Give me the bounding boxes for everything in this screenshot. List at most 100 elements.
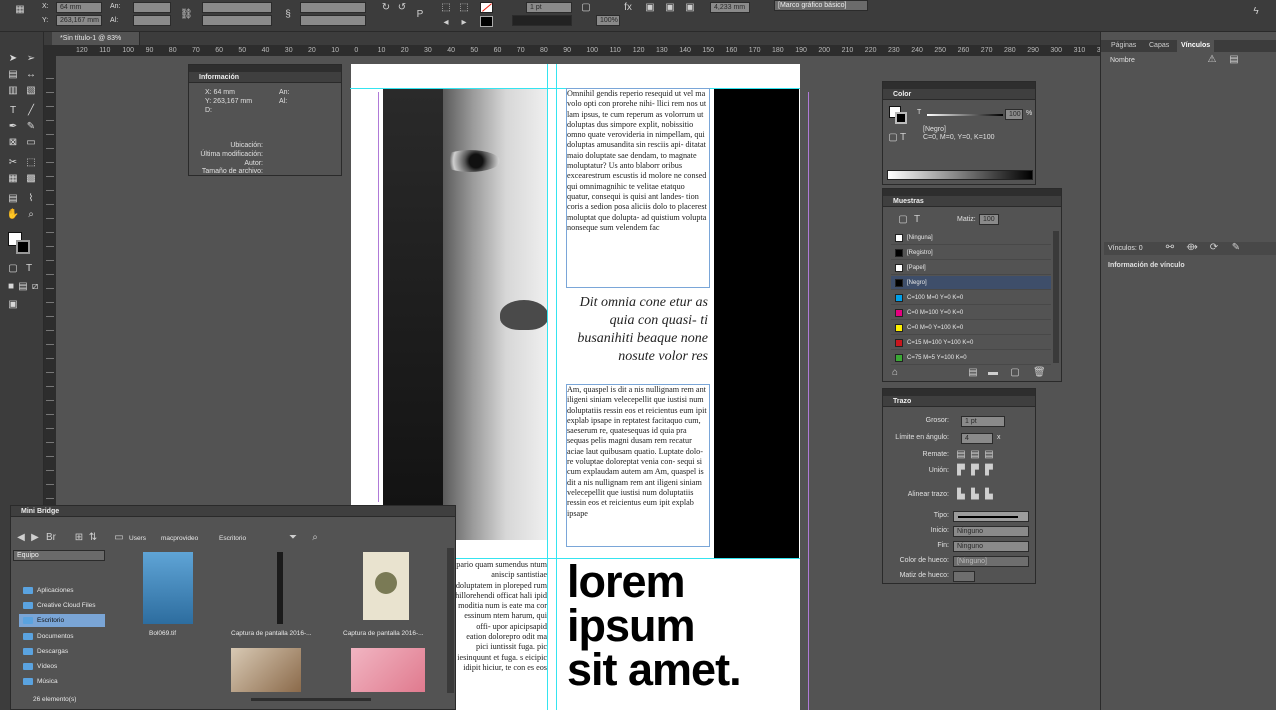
swatch-row[interactable]: C=0 M=0 Y=100 K=0 xyxy=(891,321,1051,335)
forward-icon[interactable]: ▶ xyxy=(29,532,41,544)
headline-frame[interactable]: lorem ipsum sit amet. xyxy=(567,559,807,692)
shear-field[interactable] xyxy=(300,15,366,26)
swatches-scrollbar[interactable] xyxy=(1053,231,1059,363)
thumbnail-5[interactable] xyxy=(351,648,425,692)
rectangle-frame-tool-icon[interactable]: ⊠ xyxy=(6,136,20,150)
select-content-icon[interactable]: ⬚ xyxy=(458,2,470,14)
swatch-row[interactable]: C=0 M=100 Y=0 K=0 xyxy=(891,306,1051,320)
color-ramp[interactable] xyxy=(887,170,1033,180)
stroke-start-dropdown[interactable]: Ninguno xyxy=(953,526,1029,537)
stroke-panel-title[interactable]: Trazo xyxy=(883,396,1035,407)
stroke-panel-dragbar[interactable] xyxy=(883,389,1035,396)
folder-icon[interactable]: ▬ xyxy=(987,367,999,379)
search-icon[interactable]: ⌕ xyxy=(309,532,321,544)
new-color-group-icon[interactable]: ▤ xyxy=(967,367,979,379)
swatches-panel-dragbar[interactable] xyxy=(883,189,1061,196)
thumbnail-screenshot-1[interactable] xyxy=(277,552,283,624)
align-inside-icon[interactable]: ▙ xyxy=(969,489,981,501)
direct-selection-tool-icon[interactable]: ➢ xyxy=(24,52,38,66)
stroke-box[interactable] xyxy=(16,240,30,254)
view-icon[interactable]: ⊞ xyxy=(73,532,85,544)
swatch-row[interactable]: [Ninguna] xyxy=(891,231,1051,245)
pencil-tool-icon[interactable]: ✎ xyxy=(24,120,38,134)
frame-style-dropdown[interactable]: [Marco gráfico básico] xyxy=(774,0,868,11)
sort-icon[interactable]: ⇅ xyxy=(87,532,99,544)
filter-icon[interactable]: ⏷ xyxy=(287,532,299,544)
folder-item[interactable]: Aplicaciones xyxy=(19,584,105,597)
cap-square-icon[interactable]: ▤ xyxy=(983,449,995,461)
lightning-icon[interactable]: ϟ xyxy=(1250,6,1262,18)
tint-slider[interactable] xyxy=(927,114,1003,116)
rotate-ccw-icon[interactable]: ↺ xyxy=(396,2,408,14)
join-round-icon[interactable]: ▛ xyxy=(969,465,981,477)
offset-field[interactable]: 4,233 mm xyxy=(710,2,750,13)
stroke-weight-field[interactable]: 1 pt xyxy=(526,2,572,13)
apply-none-icon[interactable]: ⧄ xyxy=(28,280,42,294)
selection-tool-icon[interactable]: ➤ xyxy=(6,52,20,66)
align-outside-icon[interactable]: ▙ xyxy=(983,489,995,501)
swatches-panel-title[interactable]: Muestras xyxy=(883,196,1061,207)
stroke-type-dropdown[interactable] xyxy=(953,511,1029,522)
goto-link-icon[interactable]: ⟴ xyxy=(1186,242,1198,254)
links-column-name[interactable]: Nombre xyxy=(1110,57,1135,64)
folder-item-selected[interactable]: Escritorio xyxy=(19,614,105,627)
link-icon[interactable]: ⛓ xyxy=(180,9,193,21)
fit-icon-2[interactable]: ▣ xyxy=(664,2,676,14)
note-tool-icon[interactable]: ▤ xyxy=(6,192,20,206)
swatch-row[interactable]: C=75 M=5 Y=100 K=0 xyxy=(891,351,1051,365)
prev-object-icon[interactable]: ◂ xyxy=(440,17,452,29)
formatting-container-icon[interactable]: ▢ xyxy=(6,262,20,276)
color-panel-title[interactable]: Color xyxy=(883,89,1035,100)
pen-tool-icon[interactable]: ✒ xyxy=(6,120,20,134)
line-tool-icon[interactable]: ╱ xyxy=(24,104,38,118)
flip-icon[interactable]: P xyxy=(414,9,426,21)
mini-bridge-scrollbar[interactable] xyxy=(447,548,454,693)
fill-swatch[interactable] xyxy=(480,2,493,13)
h-field[interactable] xyxy=(133,15,171,26)
w-field[interactable] xyxy=(133,2,171,13)
select-container-icon[interactable]: ⬚ xyxy=(440,2,452,14)
new-swatch-icon[interactable]: ▢ xyxy=(1009,367,1021,379)
gap-tool-icon[interactable]: ↔ xyxy=(24,68,38,82)
fit-icon-1[interactable]: ▣ xyxy=(644,2,656,14)
document-tab[interactable]: *Sin título-1 @ 83% xyxy=(52,32,140,45)
cap-butt-icon[interactable]: ▤ xyxy=(955,449,967,461)
thumbnail-4[interactable] xyxy=(231,648,301,692)
screen-mode-icon[interactable]: ▣ xyxy=(6,298,20,312)
stroke-weight-input[interactable]: 1 pt xyxy=(961,416,1005,427)
stroke-gap-color-dropdown[interactable]: [Ninguno] xyxy=(953,556,1029,567)
content-collector-icon[interactable]: ▥ xyxy=(6,84,20,98)
page-tool-icon[interactable]: ▤ xyxy=(6,68,20,82)
thumbnail-size-slider[interactable] xyxy=(251,698,371,701)
rotate-cw-icon[interactable]: ↻ xyxy=(380,2,392,14)
scale-x-field[interactable] xyxy=(202,2,272,13)
eyedropper-tool-icon[interactable]: ⌇ xyxy=(24,192,38,206)
zoom-tool-icon[interactable]: ⌕ xyxy=(24,208,38,222)
folder-item[interactable]: Documentos xyxy=(19,630,105,643)
scissors-tool-icon[interactable]: ✂ xyxy=(6,156,20,170)
effects-icon[interactable]: fx xyxy=(622,2,634,14)
bridge-icon[interactable]: Br xyxy=(45,532,57,544)
back-icon[interactable]: ◀ xyxy=(15,532,27,544)
type-tool-icon[interactable]: T xyxy=(6,104,20,118)
rotate-field[interactable] xyxy=(300,2,366,13)
swatches-text-icon[interactable]: T xyxy=(911,214,923,226)
warning-icon[interactable]: ⚠ xyxy=(1206,54,1218,66)
stroke-end-dropdown[interactable]: Ninguno xyxy=(953,541,1029,552)
join-miter-icon[interactable]: ▛ xyxy=(955,465,967,477)
body-text-top[interactable]: Omnihil gendis reperio resequid ut vel m… xyxy=(566,88,710,288)
constrain-icon[interactable]: § xyxy=(282,9,294,21)
fit-icon-3[interactable]: ▣ xyxy=(684,2,696,14)
color-text-icon[interactable]: T xyxy=(897,132,909,144)
swatch-row[interactable]: C=100 M=0 Y=0 K=0 xyxy=(891,291,1051,305)
reference-point-icon[interactable]: ▦ xyxy=(14,4,26,16)
black-rectangle-frame[interactable] xyxy=(714,88,799,558)
align-center-icon[interactable]: ▙ xyxy=(955,489,967,501)
page-icon[interactable]: ▤ xyxy=(1228,54,1240,66)
swatch-row[interactable]: [Registro] xyxy=(891,246,1051,260)
content-placer-icon[interactable]: ▧ xyxy=(24,84,38,98)
x-field[interactable]: 64 mm xyxy=(56,2,102,13)
cap-round-icon[interactable]: ▤ xyxy=(969,449,981,461)
path-macprovideo[interactable]: macprovideo xyxy=(161,535,198,542)
relink-icon[interactable]: ⚯ xyxy=(1164,242,1176,254)
